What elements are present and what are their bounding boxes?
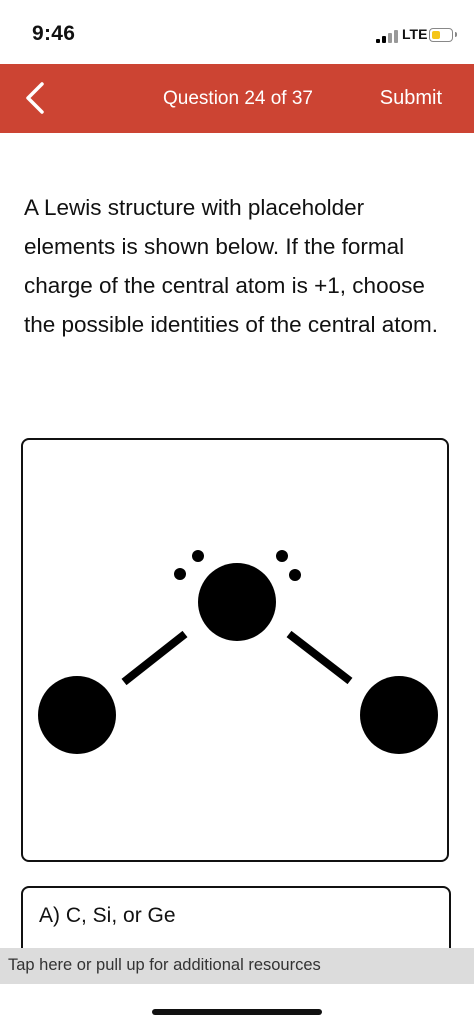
signal-icon <box>376 30 398 43</box>
battery-icon <box>429 28 453 42</box>
outer-atom-right <box>360 676 438 754</box>
answer-option-a[interactable]: A) C, Si, or Ge <box>21 886 451 956</box>
outer-atom-left <box>38 676 116 754</box>
home-indicator[interactable] <box>152 1009 322 1015</box>
back-button[interactable] <box>18 78 56 118</box>
question-text: A Lewis structure with placeholder eleme… <box>24 195 438 337</box>
battery-level <box>432 31 440 39</box>
submit-button[interactable]: Submit <box>380 87 442 110</box>
lewis-structure-diagram <box>21 438 449 862</box>
lone-pair-right-dot-2 <box>289 569 301 581</box>
lewis-structure-svg <box>38 550 438 754</box>
bond-right <box>286 630 353 685</box>
network-label: LTE <box>402 26 428 42</box>
status-bar: 9:46 LTE <box>0 0 474 64</box>
additional-resources-bar[interactable]: Tap here or pull up for additional resou… <box>0 948 474 984</box>
chevron-left-icon <box>26 82 44 114</box>
lone-pair-left-dot-1 <box>192 550 204 562</box>
question-counter: Question 24 of 37 <box>163 88 313 109</box>
status-time: 9:46 <box>32 22 76 45</box>
lone-pair-left-dot-2 <box>174 568 186 580</box>
battery-tip <box>455 32 457 37</box>
resources-text: Tap here or pull up for additional resou… <box>8 956 321 974</box>
central-atom <box>198 563 276 641</box>
question-header: Question 24 of 37 Submit <box>0 64 474 133</box>
lone-pair-right-dot-1 <box>276 550 288 562</box>
answer-option-label: A) C, Si, or Ge <box>39 904 176 927</box>
bond-left <box>121 630 188 686</box>
